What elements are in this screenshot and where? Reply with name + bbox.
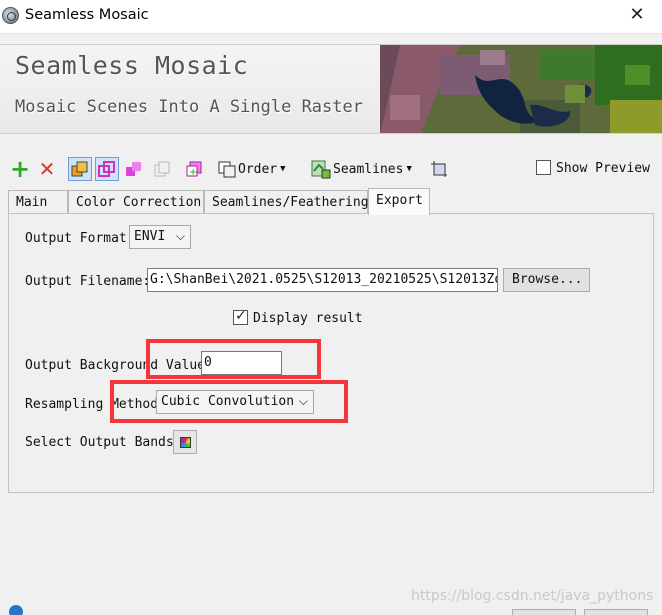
svg-text:+: + (189, 167, 197, 178)
select-bands-button[interactable] (173, 430, 197, 454)
display-result-label: Display result (253, 311, 363, 326)
seamlines-icon (311, 160, 331, 179)
title-bar: Seamless Mosaic ✕ (0, 0, 662, 34)
crop-icon (431, 161, 447, 177)
caret-down-icon: ▼ (280, 164, 286, 174)
order-icon (218, 161, 236, 178)
display-result-checkbox[interactable] (233, 308, 248, 325)
add-scenes-button[interactable]: + (9, 157, 31, 181)
watermark-text: https://blog.csdn.net/java_pythons (411, 588, 654, 604)
tab-color-correction[interactable]: Color Correction (68, 190, 204, 214)
overlap-icon (98, 161, 115, 177)
output-filename-field[interactable]: G:\ShanBei\2021.0525\S12013_20210525\S12… (147, 268, 498, 292)
output-format-label: Output Format (25, 231, 127, 246)
tab-seamlines-feathering[interactable]: Seamlines/Feathering (204, 190, 369, 214)
add-layer-button[interactable]: + (183, 157, 207, 181)
banner-title: Seamless Mosaic (15, 51, 249, 80)
app-icon (2, 7, 19, 24)
show-overlap-button[interactable] (95, 157, 119, 181)
order-dropdown[interactable]: Order ▼ (218, 157, 296, 181)
cancel-button[interactable] (584, 609, 648, 615)
output-format-select[interactable]: ENVI ⌵ (129, 225, 191, 249)
export-panel (8, 213, 654, 493)
delete-icon: ✕ (38, 157, 56, 181)
remove-scenes-button[interactable]: ✕ (36, 157, 58, 181)
banner-subtitle: Mosaic Scenes Into A Single Raster (15, 97, 363, 117)
window-title: Seamless Mosaic (25, 7, 149, 23)
highlight-resampling-method (110, 380, 348, 423)
satellite-image (380, 45, 662, 133)
chevron-down-icon: ⌵ (175, 229, 185, 243)
layers-magenta-icon (126, 162, 141, 176)
add-layer-icon: + (186, 161, 202, 178)
footprints-icon (71, 161, 88, 177)
highlight-background-value (146, 339, 321, 379)
copy-grey-icon (154, 161, 170, 177)
crop-tool-button[interactable] (428, 157, 450, 181)
tab-export[interactable]: Export (368, 188, 430, 215)
show-footprints-button[interactable] (68, 157, 92, 181)
show-preview-label: Show Preview (556, 161, 650, 176)
output-format-value: ENVI (134, 229, 166, 244)
disabled-tool-button[interactable] (151, 157, 173, 181)
seamline-color-button[interactable] (123, 157, 145, 181)
seamlines-label: Seamlines (333, 161, 404, 177)
color-bands-icon (180, 437, 191, 448)
help-icon[interactable] (9, 605, 23, 615)
seamlines-dropdown[interactable]: Seamlines ▼ (311, 157, 419, 181)
header-banner: Seamless Mosaic Mosaic Scenes Into A Sin… (0, 44, 662, 134)
show-preview-checkbox[interactable] (536, 160, 551, 175)
browse-button[interactable]: Browse... (503, 268, 590, 292)
close-icon[interactable]: ✕ (626, 3, 648, 27)
ok-button[interactable] (512, 609, 576, 615)
output-filename-label: Output Filename: (25, 274, 151, 289)
order-label: Order (238, 161, 278, 177)
plus-icon: + (9, 155, 31, 183)
caret-down-icon: ▼ (406, 164, 412, 174)
select-output-bands-label: Select Output Bands (25, 435, 174, 450)
tab-main[interactable]: Main (8, 190, 68, 214)
